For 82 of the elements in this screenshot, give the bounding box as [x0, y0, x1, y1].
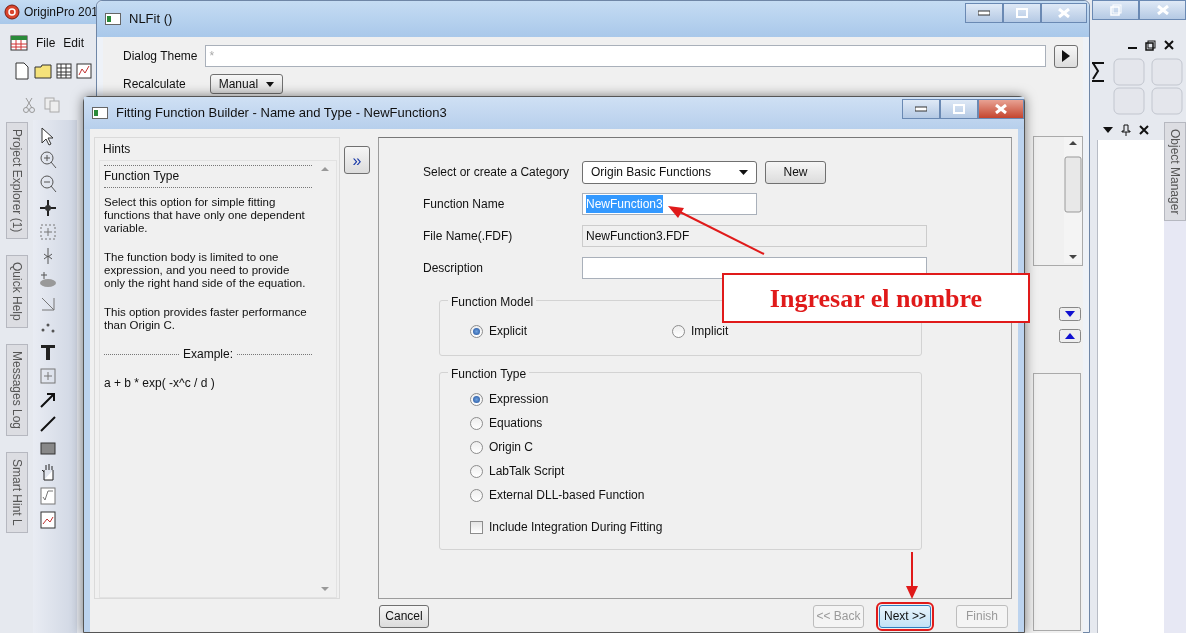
file-name-field: NewFunction3.FDF	[582, 225, 927, 247]
zoom-in-icon[interactable]	[38, 150, 58, 170]
play-icon	[1062, 50, 1070, 62]
side-panel-tab[interactable]: Object Manager	[1164, 122, 1186, 222]
window-icon	[92, 107, 108, 119]
formula-icon[interactable]	[38, 486, 58, 506]
minimize-button[interactable]	[965, 3, 1003, 23]
app-title: OriginPro 201	[24, 4, 99, 21]
dialog-button: Finish	[956, 605, 1008, 628]
close-icon	[1058, 8, 1070, 18]
hint-text: This option provides faster performance than Origin C.	[104, 306, 308, 332]
chart-icon[interactable]	[38, 510, 58, 530]
dialog-button[interactable]: Next >>	[879, 605, 931, 628]
maximize-button[interactable]	[1003, 3, 1041, 23]
menu-item[interactable]: File	[36, 34, 56, 52]
zoom-out-icon[interactable]	[38, 174, 58, 194]
minimize-icon	[915, 106, 927, 112]
hint-text: The function body is limited to one expression, and you need to provide only the right hand side of the equation.	[104, 251, 307, 290]
minimize-button[interactable]	[902, 99, 940, 119]
dialog-button[interactable]: Cancel	[379, 605, 429, 628]
radio-option[interactable]: Expression	[470, 387, 921, 411]
field-label: Function Name	[423, 196, 506, 213]
restore-icon	[1109, 4, 1122, 16]
side-panel-tab[interactable]: Project Explorer (1)	[6, 122, 28, 240]
line-tool-icon[interactable]	[38, 414, 58, 434]
close-button[interactable]	[978, 99, 1024, 119]
text-tool-icon[interactable]	[38, 342, 58, 362]
annotation-arrow	[905, 552, 919, 600]
category-dropdown[interactable]: Origin Basic Functions	[582, 160, 757, 184]
expand-button[interactable]: »	[344, 146, 370, 174]
field-label: Description	[423, 260, 485, 277]
caret-icon	[739, 169, 748, 175]
field-label: File Name(.FDF)	[423, 228, 514, 245]
radio-option[interactable]: Equations	[470, 411, 921, 435]
maximize-icon	[953, 104, 965, 114]
new-button[interactable]: New	[765, 160, 826, 184]
worksheet-icon	[10, 35, 28, 51]
radio-option[interactable]: External DLL-based Function	[470, 483, 921, 507]
radio-option[interactable]: Explicit	[470, 319, 672, 343]
checkbox-option[interactable]: Include Integration During Fitting	[470, 515, 921, 539]
hint-heading: Function Type	[104, 170, 181, 183]
close-button[interactable]	[1041, 3, 1087, 23]
field-label: Dialog Theme	[123, 48, 198, 65]
pin-icon[interactable]	[1121, 124, 1131, 136]
maximize-icon	[1016, 8, 1028, 18]
close-icon[interactable]	[1164, 40, 1174, 50]
radio-option[interactable]: Origin C	[470, 435, 921, 459]
recalculate-dropdown[interactable]: Manual	[209, 74, 284, 94]
minimize-icon	[978, 10, 990, 16]
maximize-button[interactable]	[940, 99, 978, 119]
new-document-icon[interactable]	[14, 62, 30, 80]
app-logo-icon	[4, 4, 20, 20]
field-label: Recalculate	[123, 76, 186, 93]
arrow-button[interactable]	[1054, 44, 1078, 68]
close-icon[interactable]	[1139, 125, 1149, 135]
close-button[interactable]	[1139, 0, 1186, 20]
arrow-tool-icon[interactable]	[38, 390, 58, 410]
hint-text: Select this option for simple fitting functions that have only one dependent variable.	[104, 196, 306, 235]
example-label: Example:	[183, 348, 233, 361]
close-icon	[1156, 5, 1169, 15]
example-formula: a + b * exp( -x^c / d )	[104, 377, 216, 390]
graph-icon[interactable]	[76, 63, 92, 79]
crosshair-icon[interactable]	[38, 198, 58, 218]
menu-item[interactable]: Edit	[63, 34, 85, 52]
radio-option[interactable]: LabTalk Script	[470, 459, 921, 483]
panel-title: Hints	[103, 141, 131, 158]
field-label: Select or create a Category	[423, 164, 571, 181]
side-panel-tab[interactable]: Messages Log	[6, 344, 28, 437]
side-panel-tab[interactable]: Smart Hint L	[6, 452, 28, 533]
restore-button[interactable]	[1092, 0, 1139, 20]
window-title: Fitting Function Builder - Name and Type - NewFunction3	[116, 104, 447, 123]
window-title: NLFit ()	[129, 10, 173, 29]
folder-icon[interactable]	[34, 63, 52, 79]
restore-icon[interactable]	[1145, 39, 1156, 51]
close-icon	[995, 104, 1007, 114]
window-icon	[105, 13, 121, 25]
caret-icon	[266, 81, 275, 87]
dialog-button: << Back	[813, 605, 864, 628]
annotation-callout: Ingresar el nombre	[722, 273, 1030, 323]
dropdown-icon[interactable]	[1103, 126, 1113, 134]
side-panel-tab[interactable]: Quick Help	[6, 255, 28, 329]
grid-icon[interactable]	[56, 63, 72, 79]
